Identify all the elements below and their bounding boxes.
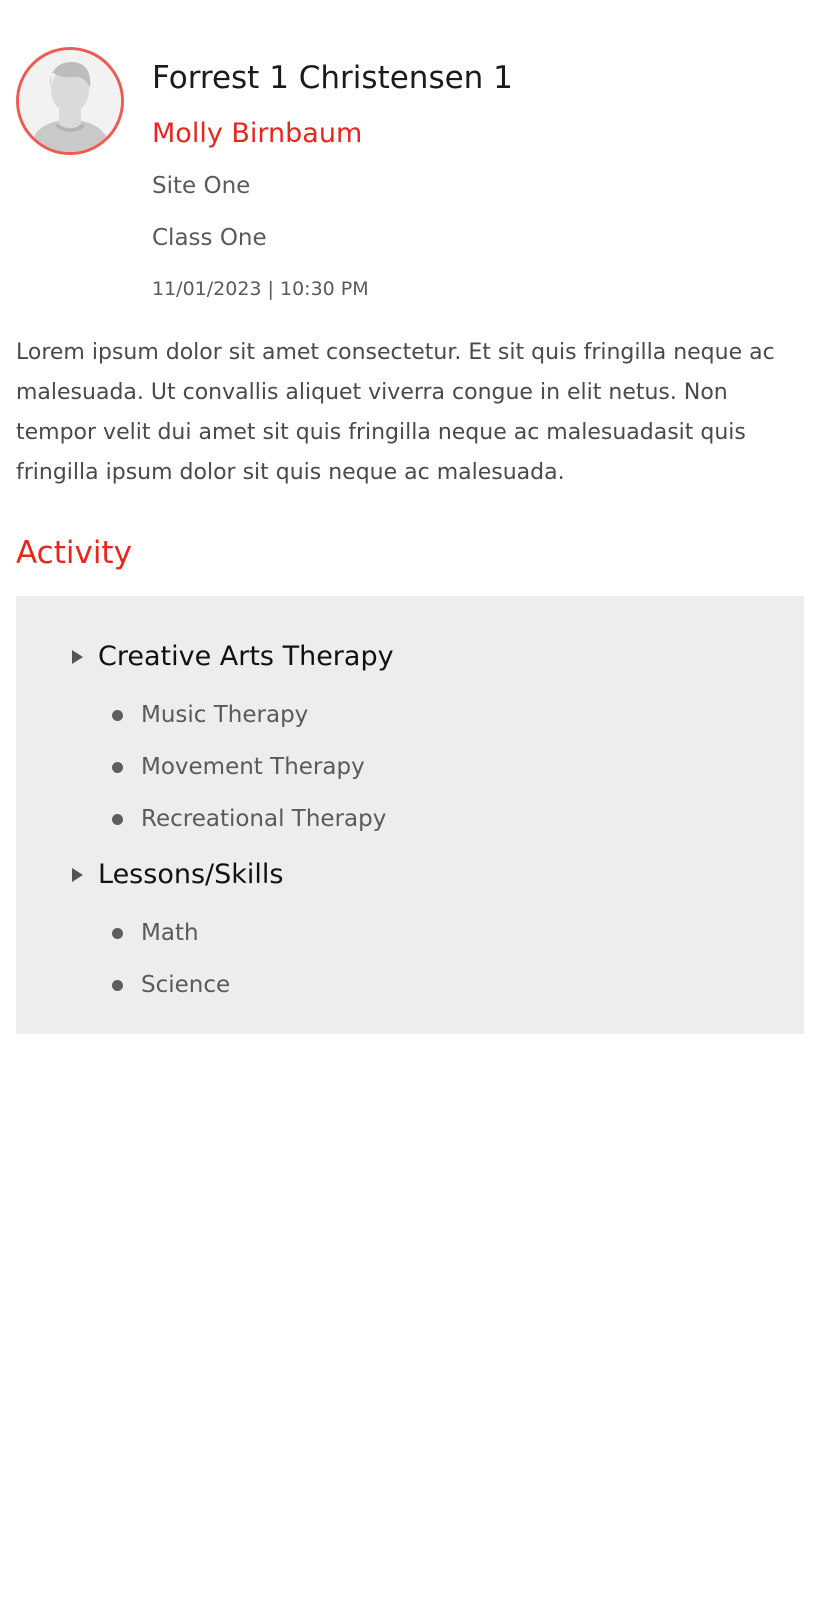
teacher-name: Molly Birnbaum bbox=[152, 118, 363, 149]
site-label: Site One bbox=[152, 173, 251, 199]
list-item-label: Movement Therapy bbox=[141, 754, 365, 780]
class-label: Class One bbox=[152, 225, 267, 251]
bullet-icon bbox=[112, 927, 123, 939]
page: Forrest 1 Christensen 1 Molly Birnbaum S… bbox=[0, 0, 820, 1618]
caret-right-icon bbox=[72, 650, 83, 664]
caret-right-icon bbox=[72, 868, 83, 882]
list-item-label: Recreational Therapy bbox=[141, 806, 387, 832]
datetime-label: 11/01/2023 | 10:30 PM bbox=[152, 278, 369, 300]
activity-group-label: Lessons/Skills bbox=[98, 859, 284, 890]
student-name: Forrest 1 Christensen 1 bbox=[152, 60, 513, 96]
list-item: Music Therapy bbox=[112, 698, 308, 732]
list-item: Movement Therapy bbox=[112, 750, 365, 784]
list-item: Science bbox=[112, 968, 230, 1002]
bullet-icon bbox=[112, 813, 123, 825]
bullet-icon bbox=[112, 979, 123, 991]
activity-heading: Activity bbox=[16, 535, 132, 571]
bullet-icon bbox=[112, 761, 123, 773]
bullet-icon bbox=[112, 709, 123, 721]
activity-panel: Creative Arts Therapy Music Therapy Move… bbox=[16, 596, 804, 1034]
description-text: Lorem ipsum dolor sit amet consectetur. … bbox=[16, 340, 775, 485]
list-item-label: Music Therapy bbox=[141, 702, 309, 728]
activity-group-label: Creative Arts Therapy bbox=[98, 641, 394, 672]
activity-group-header[interactable]: Lessons/Skills bbox=[72, 855, 283, 895]
list-item-label: Math bbox=[141, 920, 199, 946]
activity-group-header[interactable]: Creative Arts Therapy bbox=[72, 637, 394, 677]
list-item-label: Science bbox=[141, 972, 231, 998]
avatar bbox=[16, 47, 124, 155]
list-item: Recreational Therapy bbox=[112, 802, 386, 836]
list-item: Math bbox=[112, 916, 199, 950]
user-silhouette-icon bbox=[19, 50, 121, 152]
